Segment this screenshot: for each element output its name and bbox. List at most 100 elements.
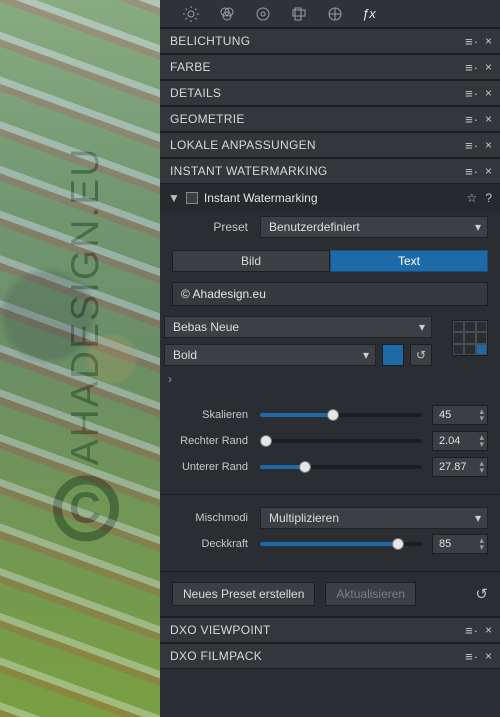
- reset-all-icon[interactable]: ↺: [475, 585, 488, 603]
- tab-crop-icon[interactable]: [290, 5, 308, 23]
- sliders-icon[interactable]: ≡·: [465, 86, 479, 101]
- watermark-enable-checkbox[interactable]: [186, 192, 198, 204]
- unterer-value[interactable]: 27.87▴▾: [432, 457, 488, 477]
- rechter-value[interactable]: 2.04▴▾: [432, 431, 488, 451]
- rechter-slider[interactable]: [260, 439, 422, 443]
- font-weight-select[interactable]: Bold ▾: [164, 344, 376, 366]
- watermark-text-input[interactable]: © Ahadesign.eu: [172, 282, 488, 306]
- help-icon[interactable]: ?: [485, 191, 492, 205]
- tab-histogram-icon[interactable]: [326, 5, 344, 23]
- position-sliders: Skalieren 45▴▾ Rechter Rand 2.04▴▾ Unter…: [160, 386, 500, 495]
- seg-text[interactable]: Text: [330, 250, 488, 272]
- tab-color-circles-icon[interactable]: [218, 5, 236, 23]
- chevron-down-icon: ▾: [419, 320, 425, 334]
- blendmode-select[interactable]: Multiplizieren ▾: [260, 507, 488, 529]
- section-label: DXO VIEWPOINT: [170, 623, 271, 637]
- font-family-select[interactable]: Bebas Neue ▾: [164, 316, 432, 338]
- side-collapse-chevron[interactable]: ›: [160, 372, 500, 386]
- section-label: DXO FILMPACK: [170, 649, 262, 663]
- spinner-icon[interactable]: ▴▾: [479, 408, 484, 422]
- anchor-grid[interactable]: [452, 320, 488, 356]
- favorite-icon[interactable]: ☆: [467, 191, 478, 205]
- tab-fx-icon[interactable]: ƒx: [362, 6, 376, 21]
- tab-brightness-icon[interactable]: [182, 5, 200, 23]
- watermark-label: AHADESIGN.EU: [64, 147, 108, 466]
- section-filmpack[interactable]: DXO FILMPACK ≡· ×: [160, 643, 500, 669]
- close-icon[interactable]: ×: [485, 86, 492, 100]
- section-farbe[interactable]: FARBE ≡· ×: [160, 54, 500, 80]
- anchor-bl[interactable]: [453, 344, 464, 355]
- section-label: FARBE: [170, 60, 211, 74]
- unterer-label: Unterer Rand: [164, 461, 260, 473]
- close-icon[interactable]: ×: [485, 623, 492, 637]
- rechter-label: Rechter Rand: [164, 435, 260, 447]
- anchor-bc[interactable]: [464, 344, 475, 355]
- close-icon[interactable]: ×: [485, 138, 492, 152]
- section-watermark[interactable]: INSTANT WATERMARKING ≡· ×: [160, 158, 500, 184]
- preset-row: Preset Benutzerdefiniert ▾: [160, 212, 500, 242]
- deckkraft-slider[interactable]: [260, 542, 422, 546]
- seg-bild[interactable]: Bild: [172, 250, 330, 272]
- spinner-icon[interactable]: ▴▾: [479, 434, 484, 448]
- new-preset-button[interactable]: Neues Preset erstellen: [172, 582, 315, 606]
- update-preset-button[interactable]: Aktualisieren: [325, 582, 416, 606]
- sliders-icon[interactable]: ≡·: [465, 164, 479, 179]
- anchor-tl[interactable]: [453, 321, 464, 332]
- top-tabstrip: ƒx: [160, 0, 500, 28]
- anchor-br[interactable]: [476, 344, 487, 355]
- sliders-icon[interactable]: ≡·: [465, 112, 479, 127]
- preset-actions: Neues Preset erstellen Aktualisieren ↺: [160, 572, 500, 617]
- skalieren-label: Skalieren: [164, 409, 260, 421]
- chevron-down-icon: ▾: [475, 511, 481, 525]
- chevron-down-icon: ▾: [363, 348, 369, 362]
- image-preview: C AHADESIGN.EU: [0, 0, 160, 717]
- sliders-icon[interactable]: ≡·: [465, 623, 479, 638]
- skalieren-slider[interactable]: [260, 413, 422, 417]
- watermark-text-value: © Ahadesign.eu: [181, 287, 266, 301]
- preset-label: Preset: [160, 220, 260, 234]
- anchor-mc[interactable]: [464, 332, 475, 343]
- section-label: GEOMETRIE: [170, 112, 245, 126]
- preset-value: Benutzerdefiniert: [269, 220, 360, 234]
- close-icon[interactable]: ×: [485, 34, 492, 48]
- tab-balance-icon[interactable]: [254, 5, 272, 23]
- text-color-swatch[interactable]: [382, 344, 404, 366]
- font-value: Bebas Neue: [173, 320, 239, 334]
- sliders-icon[interactable]: ≡·: [465, 138, 479, 153]
- section-label: BELICHTUNG: [170, 34, 250, 48]
- close-icon[interactable]: ×: [485, 649, 492, 663]
- spinner-icon[interactable]: ▴▾: [479, 537, 484, 551]
- anchor-ml[interactable]: [453, 332, 464, 343]
- skalieren-value[interactable]: 45▴▾: [432, 405, 488, 425]
- close-icon[interactable]: ×: [485, 164, 492, 178]
- sliders-icon[interactable]: ≡·: [465, 649, 479, 664]
- anchor-mr[interactable]: [476, 332, 487, 343]
- unterer-slider[interactable]: [260, 465, 422, 469]
- sliders-icon[interactable]: ≡·: [465, 60, 479, 75]
- close-icon[interactable]: ×: [485, 112, 492, 126]
- mischmodi-label: Mischmodi: [164, 512, 260, 524]
- copyright-icon: C: [53, 476, 119, 542]
- section-lokal[interactable]: LOKALE ANPASSUNGEN ≡·×: [160, 132, 500, 158]
- watermark-overlay: C AHADESIGN.EU: [53, 147, 119, 542]
- section-label: INSTANT WATERMARKING: [170, 164, 328, 178]
- spinner-icon[interactable]: ▴▾: [479, 460, 484, 474]
- font-weight-value: Bold: [173, 348, 197, 362]
- close-icon[interactable]: ×: [485, 60, 492, 74]
- mischmodi-value: Multiplizieren: [269, 511, 339, 525]
- sliders-icon[interactable]: ≡·: [465, 34, 479, 49]
- preset-select[interactable]: Benutzerdefiniert ▾: [260, 216, 488, 238]
- type-segmented: Bild Text: [160, 242, 500, 280]
- deckkraft-value[interactable]: 85▴▾: [432, 534, 488, 554]
- section-details[interactable]: DETAILS ≡·×: [160, 80, 500, 106]
- reset-color-button[interactable]: ↺: [410, 344, 432, 366]
- anchor-tc[interactable]: [464, 321, 475, 332]
- chevron-down-icon: ▾: [475, 220, 481, 234]
- anchor-tr[interactable]: [476, 321, 487, 332]
- section-viewpoint[interactable]: DXO VIEWPOINT ≡· ×: [160, 617, 500, 643]
- watermark-subheader: ▼ Instant Watermarking ☆ ?: [160, 184, 500, 212]
- blend-sliders: Mischmodi Multiplizieren ▾ Deckkraft 85▴…: [160, 495, 500, 572]
- section-geometrie[interactable]: GEOMETRIE ≡· ×: [160, 106, 500, 132]
- section-belichtung[interactable]: BELICHTUNG ≡· ×: [160, 28, 500, 54]
- collapse-arrow-icon[interactable]: ▼: [168, 191, 180, 205]
